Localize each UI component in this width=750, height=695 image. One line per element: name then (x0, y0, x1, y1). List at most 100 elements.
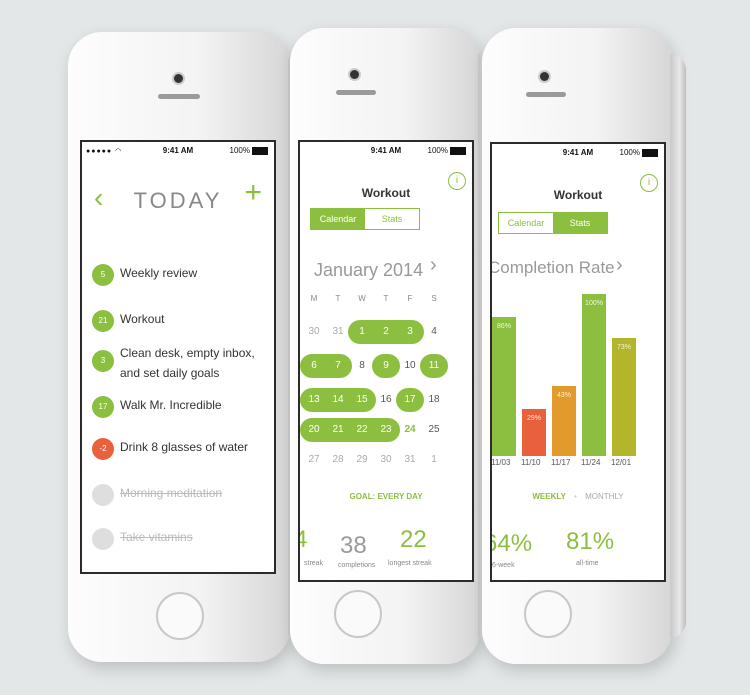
streak-label: streak (304, 560, 324, 567)
tab-monthly[interactable]: MONTHLY (585, 492, 624, 501)
segmented-control: Calendar Stats (310, 208, 420, 230)
chart-bar: 43% (552, 386, 576, 456)
weekday-label: T (383, 294, 389, 303)
task-label[interactable]: Drink 8 glasses of water (120, 440, 248, 454)
weekday-label: T (335, 294, 341, 303)
completions-value: 38 (340, 532, 367, 559)
calendar-day[interactable]: 20 (302, 424, 326, 435)
next-month-button[interactable]: › (430, 254, 437, 277)
phone-calendar: 9:41 AM 100% Workout i Calendar Stats Ja… (290, 28, 494, 664)
completions-label: completions (338, 562, 376, 569)
calendar-day[interactable]: 30 (374, 454, 398, 465)
completion-chart: 86% 29% 43% 100% 73% (492, 294, 664, 456)
calendar-day[interactable]: 24 (398, 424, 422, 435)
tab-stats[interactable]: Stats (365, 209, 419, 229)
weekday-label: M (310, 294, 318, 303)
task-label[interactable]: Take vitamins (120, 530, 193, 544)
calendar-day[interactable]: 14 (326, 394, 350, 405)
battery-level: 100% (229, 146, 250, 155)
x-tick-label: 11/10 (521, 458, 541, 467)
home-button[interactable] (156, 592, 204, 640)
home-button[interactable] (524, 590, 572, 638)
calendar-day[interactable]: 28 (326, 454, 350, 465)
speaker (526, 92, 566, 97)
calendar-day[interactable]: 1 (350, 326, 374, 337)
task-badge[interactable]: 5 (92, 264, 114, 286)
task-badge[interactable]: 21 (92, 310, 114, 332)
period-tabs: WEEKLY • MONTHLY (492, 492, 664, 501)
info-icon: i (647, 177, 651, 188)
bar-value-label: 43% (556, 392, 571, 400)
calendar-day[interactable]: 8 (350, 360, 374, 371)
calendar-day[interactable]: 4 (422, 326, 446, 337)
bar-value-label: 100% (585, 300, 603, 307)
task-label[interactable]: Clean desk, empty inbox, (120, 346, 255, 360)
task-badge[interactable]: 17 (92, 396, 114, 418)
streak-value: 4 (300, 526, 307, 554)
six-week-label: 6-week (492, 562, 515, 569)
calendar-day[interactable]: 15 (350, 394, 374, 405)
battery-level: 100% (427, 146, 448, 155)
chart-bar: 73% (612, 337, 636, 456)
add-button[interactable]: + (244, 176, 262, 210)
weekday-label: S (431, 294, 437, 303)
task-badge[interactable]: -2 (92, 438, 114, 460)
status-bar: ●●●●● ◠ 9:41 AM 100% (82, 146, 274, 160)
calendar-day[interactable]: 3 (398, 326, 422, 337)
calendar-day[interactable]: 25 (422, 424, 446, 435)
info-button[interactable]: i (640, 174, 658, 192)
goal-label: GOAL: EVERY DAY (349, 492, 423, 501)
calendar-day[interactable]: 9 (374, 360, 398, 371)
x-tick-label: 11/03 (491, 458, 511, 467)
calendar-day[interactable]: 10 (398, 360, 422, 371)
weekday-label: W (358, 294, 366, 303)
battery-level: 100% (619, 148, 640, 157)
task-label[interactable]: Morning meditation (120, 486, 222, 500)
calendar-day[interactable]: 13 (302, 394, 326, 405)
x-tick-label: 12/01 (611, 458, 632, 467)
task-badge[interactable] (92, 484, 114, 506)
separator-dot: • (574, 492, 577, 501)
next-chart-button[interactable]: › (616, 254, 623, 277)
camera (350, 70, 359, 79)
home-button[interactable] (334, 590, 382, 638)
task-badge[interactable]: 3 (92, 350, 114, 372)
tab-weekly[interactable]: WEEKLY (532, 492, 566, 501)
status-bar: 9:41 AM 100% (300, 146, 472, 160)
task-badge[interactable] (92, 528, 114, 550)
month-title: January 2014 (314, 260, 424, 280)
phone-today: ●●●●● ◠ 9:41 AM 100% ‹ TODAY + 5 Weekly r… (68, 32, 304, 662)
info-button[interactable]: i (448, 172, 466, 190)
calendar-day[interactable]: 11 (422, 360, 446, 371)
camera (540, 72, 549, 81)
six-week-value: 64% (492, 530, 533, 557)
task-label[interactable]: Weekly review (120, 266, 197, 280)
calendar-day[interactable]: 31 (398, 454, 422, 465)
calendar-day[interactable]: 23 (374, 424, 398, 435)
calendar-day[interactable]: 30 (302, 326, 326, 337)
calendar-day[interactable]: 18 (422, 394, 446, 405)
longest-streak-label: longest streak (388, 560, 432, 567)
calendar-day[interactable]: 6 (302, 360, 326, 371)
calendar-day[interactable]: 21 (326, 424, 350, 435)
camera (174, 74, 183, 83)
calendar-day[interactable]: 29 (350, 454, 374, 465)
tab-calendar[interactable]: Calendar (499, 213, 553, 233)
task-label[interactable]: Workout (120, 312, 164, 326)
calendar-day[interactable]: 2 (374, 326, 398, 337)
calendar-day[interactable]: 16 (374, 394, 398, 405)
speaker (336, 90, 376, 95)
chart-title: Completion Rate (490, 258, 615, 277)
tab-calendar[interactable]: Calendar (311, 209, 365, 229)
x-tick-label: 11/17 (551, 458, 571, 467)
chart-bar: 86% (492, 316, 516, 456)
task-label[interactable]: Walk Mr. Incredible (120, 398, 222, 412)
all-time-label: all-time (576, 560, 599, 567)
calendar-day[interactable]: 31 (326, 326, 350, 337)
calendar-day[interactable]: 17 (398, 394, 422, 405)
calendar-day[interactable]: 7 (326, 360, 350, 371)
calendar-day[interactable]: 27 (302, 454, 326, 465)
calendar-day[interactable]: 1 (422, 454, 446, 465)
tab-stats[interactable]: Stats (553, 213, 607, 233)
calendar-day[interactable]: 22 (350, 424, 374, 435)
